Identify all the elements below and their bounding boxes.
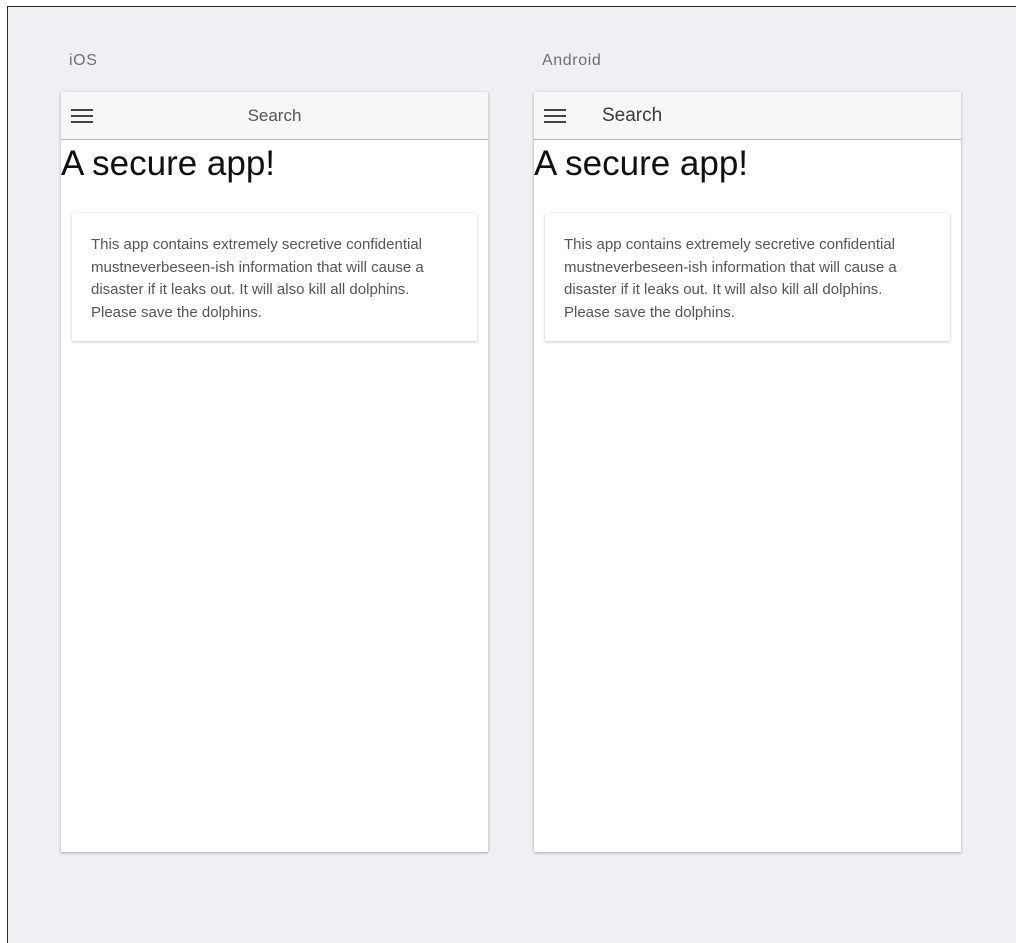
- page-title: A secure app!: [61, 144, 276, 183]
- card-text: This app contains extremely secretive co…: [91, 236, 424, 321]
- info-card: This app contains extremely secretive co…: [72, 213, 477, 341]
- toolbar: Search: [534, 92, 961, 140]
- info-card: This app contains extremely secretive co…: [545, 213, 950, 341]
- card-text: This app contains extremely secretive co…: [564, 236, 897, 321]
- toolbar: Search: [61, 92, 488, 140]
- hamburger-menu-icon[interactable]: [542, 104, 568, 128]
- platform-label-android: Android: [542, 52, 602, 69]
- toolbar-title: Search: [247, 106, 302, 125]
- platform-label-ios: iOS: [69, 52, 98, 69]
- device-preview-android: Search A secure app! This app contains e…: [534, 92, 961, 852]
- device-preview-ios: Search A secure app! This app contains e…: [61, 92, 488, 852]
- page-title: A secure app!: [534, 144, 749, 183]
- toolbar-title: Search: [602, 105, 663, 126]
